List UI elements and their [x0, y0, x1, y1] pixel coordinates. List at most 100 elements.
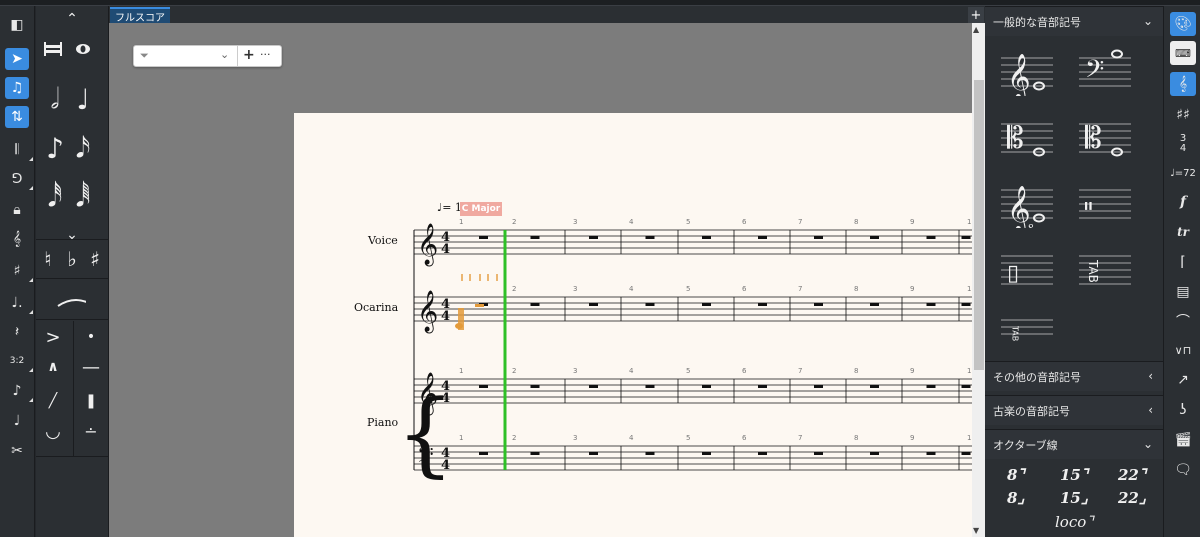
sharp-icon[interactable]: ♯ [80, 244, 110, 274]
key-signature-icon[interactable]: ♯♯ [1170, 103, 1196, 127]
add-part-button[interactable]: + [243, 47, 255, 63]
tab-clef-small-item[interactable]: TAB [999, 306, 1055, 358]
fermata-icon[interactable]: ◡ [38, 416, 68, 446]
thirtysecond-note-icon[interactable]: 𝅘𝅥𝅰 [40, 180, 70, 213]
section-header-octave-lines[interactable]: オクターブ線 ⌄ [985, 429, 1163, 459]
measure-number: 5 [686, 285, 690, 293]
tie-icon[interactable]: ꓨ [5, 168, 33, 190]
whole-rest [530, 303, 540, 306]
octave-15ma-item[interactable]: 15⌝ [1060, 466, 1088, 484]
arrow-icon[interactable]: ↗ [1170, 368, 1196, 392]
score-staves[interactable]: 𝄞4412345678910𝄞442345678910𝄞441234567891… [294, 113, 972, 537]
tab-full-score[interactable]: フルスコア [110, 7, 170, 24]
bass-clef-item[interactable]: 𝄢 [1077, 44, 1133, 96]
whole-rest [645, 452, 655, 455]
lock-icon[interactable]: 🔒︎ [5, 199, 29, 221]
barline-icon[interactable]: ▤ [1170, 280, 1196, 304]
tenuto-icon[interactable]: — [76, 352, 106, 382]
tremolo-icon[interactable]: 𝄃 [5, 139, 33, 161]
dotted-note-icon[interactable]: ♩. [5, 292, 33, 314]
clapper-icon[interactable]: 🎬︎ [1170, 428, 1196, 452]
slur-icon[interactable] [56, 286, 86, 316]
tab-strip [109, 6, 985, 23]
section-header-other-clefs[interactable]: その他の音部記号 ‹ [985, 361, 1163, 391]
dynamics-icon[interactable]: f [1170, 190, 1196, 214]
tempo-icon[interactable]: ♩=72 [1170, 161, 1196, 185]
more-options-button[interactable]: ··· [260, 48, 271, 61]
keyboard-icon[interactable]: ⌨ [1170, 41, 1196, 65]
chevron-up-icon[interactable]: ⌃ [57, 4, 87, 34]
measure-number: 4 [629, 218, 634, 226]
octave-22ma-item[interactable]: 22⌝ [1118, 466, 1146, 484]
octave-8vb-item[interactable]: 8⌟ [1007, 489, 1024, 507]
accidental-note-icon[interactable]: ♯ [5, 260, 33, 282]
whole-rest [479, 385, 488, 388]
bowing-icon[interactable]: ∨⊓ [1170, 338, 1196, 362]
staccato-icon[interactable]: • [76, 322, 106, 352]
svg-text:𝄠: 𝄠 [1007, 186, 1035, 228]
accent-icon[interactable]: > [38, 322, 68, 352]
piano-brace: { [396, 380, 455, 487]
whole-rest [870, 236, 879, 239]
select-arrow-icon[interactable]: ➤ [5, 48, 29, 70]
add-tab-button[interactable]: + [968, 7, 984, 23]
speech-bubble-icon[interactable]: 🗨︎ [1170, 458, 1196, 482]
octave-22mb-item[interactable]: 22⌟ [1118, 489, 1146, 507]
alto-clef-item[interactable]: 𝄡 [999, 110, 1055, 162]
cut-icon[interactable]: ✂ [5, 440, 29, 462]
measure-number: 4 [629, 434, 634, 442]
ear-icon[interactable]: ʖ [1170, 398, 1196, 422]
panel-toggle-icon[interactable]: ◧ [5, 14, 29, 36]
measure-number: 7 [798, 367, 802, 375]
tenuto-staccato-icon[interactable]: ∸ [76, 416, 106, 446]
measure-number: 8 [854, 285, 858, 293]
treble-8vb-clef-item[interactable]: 𝄠 [999, 176, 1055, 234]
octave-8va-item[interactable]: 8⌝ [1007, 466, 1024, 484]
measure-number: 8 [854, 434, 858, 442]
measure-number: 8 [854, 218, 858, 226]
scrollbar-thumb[interactable] [974, 80, 984, 370]
whole-rest [645, 385, 655, 388]
whole-note-icon[interactable] [68, 34, 98, 64]
loco-item[interactable]: loco⌝ [1055, 513, 1093, 531]
measure-number: 9 [910, 285, 914, 293]
chevron-left-icon: ‹ [1148, 369, 1153, 383]
staccatissimo-icon[interactable]: ╱ [38, 386, 68, 416]
palette-icon[interactable]: 🎨︎ [1170, 12, 1196, 36]
eighth-note-icon[interactable]: ♪ [40, 132, 70, 165]
voice-transpose-icon[interactable]: ⇅ [5, 106, 29, 128]
fermata-icon[interactable]: ⌒ [1170, 309, 1196, 333]
filter-icon: ⏷ [140, 49, 149, 62]
clef-g-icon[interactable]: 𝄞 [5, 228, 29, 250]
whole-rest [814, 303, 823, 306]
percussion-clef-2-item[interactable]: ▯ [999, 242, 1055, 294]
note-input-icon[interactable]: ♫ [5, 77, 29, 99]
section-header-early-music-clefs[interactable]: 古楽の音部記号 ‹ [985, 395, 1163, 425]
tenor-clef-item[interactable]: 𝄡 [1077, 110, 1133, 162]
bracket-icon[interactable]: ⌈ [1170, 250, 1196, 274]
whole-rest [530, 452, 540, 455]
quarter-note-icon[interactable]: ♩ [68, 83, 98, 116]
clef-icon[interactable]: 𝄞 [1170, 72, 1196, 96]
grace-note-icon[interactable]: ♪ [5, 380, 33, 402]
rest-icon[interactable]: 𝄽 [5, 321, 29, 343]
time-signature-icon[interactable]: 34 [1170, 132, 1196, 156]
tab-clef-item[interactable]: TAB [1077, 242, 1133, 294]
sixtyfourth-note-icon[interactable]: 𝅘𝅥𝅱 [68, 180, 98, 213]
breve-icon[interactable] [38, 34, 68, 64]
whole-rest [530, 385, 540, 388]
section-header-common-clefs[interactable]: 一般的な音部記号 ⌄ [985, 6, 1163, 36]
sixteenth-note-icon[interactable]: 𝅘𝅥𝅯 [68, 131, 98, 164]
treble-clef-item[interactable]: 𝄞 [999, 44, 1055, 102]
octave-15mb-item[interactable]: 15⌟ [1060, 489, 1088, 507]
arpeggio-icon[interactable]: ♩ [5, 410, 29, 432]
percussion-clef-item[interactable]: 𝄥 [1077, 176, 1133, 228]
ornament-icon[interactable]: tr [1170, 220, 1196, 244]
chevron-down-icon[interactable]: ⌄ [220, 48, 229, 61]
marcato-icon[interactable]: ∧ [38, 352, 68, 382]
palette-divider [36, 456, 109, 457]
wedge-icon[interactable]: ❚ [76, 386, 106, 416]
tuplet-icon[interactable]: 3:2 [5, 350, 33, 372]
half-note-icon[interactable]: 𝅗𝅥 [40, 82, 70, 115]
chevron-down-icon: ⌄ [1142, 437, 1153, 451]
